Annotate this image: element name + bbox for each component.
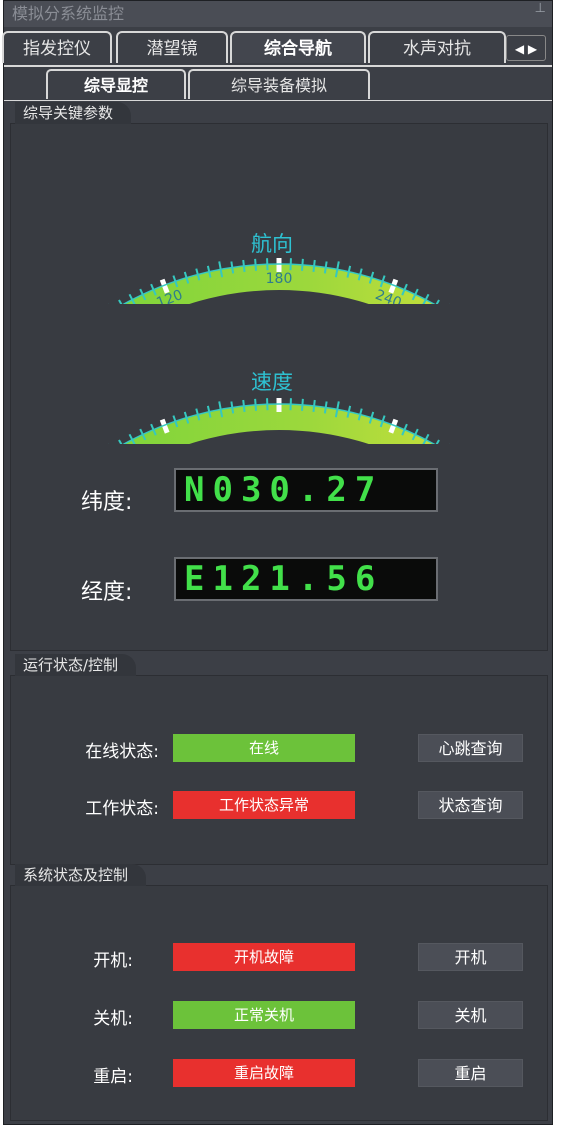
power-on-label: 开机: bbox=[93, 951, 133, 971]
key-params-title: 综导关键参数 bbox=[15, 102, 132, 124]
power-off-button[interactable]: 关机 bbox=[418, 1001, 523, 1029]
restart-status: 重启故障 bbox=[173, 1059, 355, 1087]
longitude-label: 经度: bbox=[81, 580, 133, 605]
latitude-label: 纬度: bbox=[81, 490, 133, 515]
monitor-window: 模拟分系统监控 ⊥ 指发控仪 潜望镜 综合导航 水声对抗 ◀ ▶ 综导显控 综导… bbox=[2, 0, 553, 1125]
latitude-display: N030.27 bbox=[174, 468, 438, 512]
heading-label: 航向 bbox=[251, 232, 293, 256]
work-status-indicator: 工作状态异常 bbox=[173, 791, 355, 819]
tab-integrated-nav[interactable]: 综合导航 bbox=[230, 31, 366, 63]
tab-periscope[interactable]: 潜望镜 bbox=[116, 31, 228, 63]
tab-scroll-arrows-icon[interactable]: ◀ ▶ bbox=[506, 35, 546, 61]
system-status-title: 系统状态及控制 bbox=[15, 864, 147, 886]
tab-nav-display[interactable]: 综导显控 bbox=[46, 69, 186, 99]
tab-divider bbox=[4, 65, 552, 67]
tab-nav-equipment-sim[interactable]: 综导装备模拟 bbox=[188, 69, 370, 99]
restart-label: 重启: bbox=[93, 1067, 133, 1087]
power-on-status: 开机故障 bbox=[173, 943, 355, 971]
heading-gauge: 060120180240300360 bbox=[108, 258, 450, 304]
online-status-indicator: 在线 bbox=[173, 734, 355, 762]
power-on-button[interactable]: 开机 bbox=[418, 943, 523, 971]
tab-fire-control[interactable]: 指发控仪 bbox=[2, 31, 112, 63]
speed-label: 速度 bbox=[251, 370, 293, 394]
key-params-group: 综导关键参数 060120180240300360 航向 030 bbox=[10, 102, 548, 651]
online-status-label: 在线状态: bbox=[85, 742, 159, 762]
run-status-title: 运行状态/控制 bbox=[15, 654, 137, 676]
sub-tab-bar: 综导显控 综导装备模拟 bbox=[4, 69, 552, 101]
tab-sonar-counter[interactable]: 水声对抗 bbox=[368, 31, 506, 63]
pin-icon[interactable]: ⊥ bbox=[535, 1, 546, 16]
system-status-group: 系统状态及控制 开机: 开机故障 开机 关机: 正常关机 关机 重启: 重启故障… bbox=[10, 864, 548, 1121]
run-status-group: 运行状态/控制 在线状态: 在线 心跳查询 工作状态: 工作状态异常 状态查询 bbox=[10, 654, 548, 865]
power-off-label: 关机: bbox=[93, 1009, 133, 1029]
restart-button[interactable]: 重启 bbox=[418, 1059, 523, 1087]
window-title: 模拟分系统监控 bbox=[4, 1, 552, 27]
longitude-display: E121.56 bbox=[174, 557, 438, 601]
subtab-divider bbox=[4, 100, 552, 101]
main-tab-bar: 指发控仪 潜望镜 综合导航 水声对抗 ◀ ▶ bbox=[2, 31, 552, 65]
heartbeat-query-button[interactable]: 心跳查询 bbox=[418, 734, 523, 762]
work-status-label: 工作状态: bbox=[85, 799, 159, 819]
speed-gauge: 030 bbox=[108, 398, 450, 444]
power-off-status: 正常关机 bbox=[173, 1001, 355, 1029]
status-query-button[interactable]: 状态查询 bbox=[418, 791, 523, 819]
